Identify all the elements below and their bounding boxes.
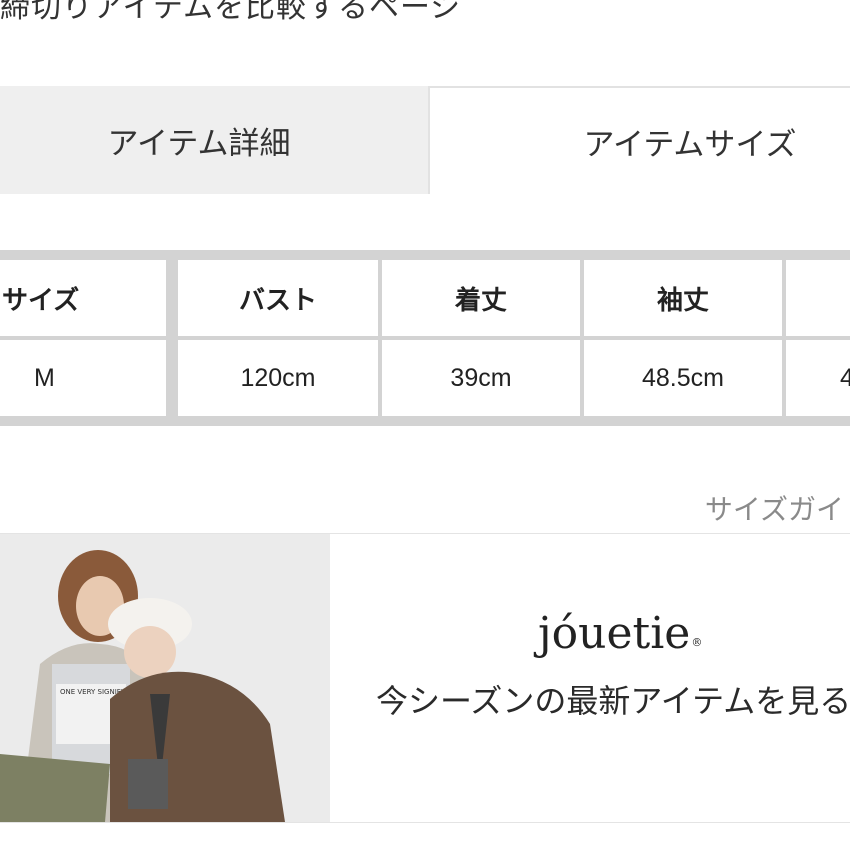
size-value-cell: M: [0, 340, 166, 416]
tab-item-detail[interactable]: アイテム詳細: [0, 86, 428, 194]
extra-header-cell: [786, 260, 850, 336]
length-value-cell: 39cm: [382, 340, 580, 416]
extra-value-cell: 4: [786, 340, 850, 416]
bust-header-cell: バスト: [178, 260, 378, 336]
tab-item-detail-label: アイテム詳細: [107, 125, 291, 162]
size-header-cell: サイズ: [0, 260, 166, 336]
tab-item-size-label: アイテムサイズ: [583, 126, 797, 163]
brand-logo-text: jóuetie: [538, 608, 691, 659]
tab-item-size[interactable]: アイテムサイズ: [428, 86, 850, 194]
brand-logo[interactable]: jóuetie®: [538, 608, 702, 659]
item-tabs: アイテム詳細 アイテムサイズ: [0, 86, 850, 194]
size-table: サイズ バスト 着丈 袖丈 M 120cm 39cm 48.5cm 4: [0, 250, 850, 426]
page-heading-cut: 締切りアイテムを比較するページ: [0, 0, 462, 25]
models-photo-image: ONE VERY SIGNIFICANT POINT: [0, 534, 330, 822]
bust-value-cell: 120cm: [178, 340, 378, 416]
sleeve-value-cell: 48.5cm: [584, 340, 782, 416]
sleeve-header-cell: 袖丈: [584, 260, 782, 336]
brand-mark: ®: [691, 636, 703, 649]
banner-cta-text[interactable]: 今シーズンの最新アイテムを見る: [376, 676, 850, 722]
length-header-cell: 着丈: [382, 260, 580, 336]
banner-photo: ONE VERY SIGNIFICANT POINT: [0, 534, 330, 822]
size-guide-link[interactable]: サイズガイド: [705, 488, 850, 528]
